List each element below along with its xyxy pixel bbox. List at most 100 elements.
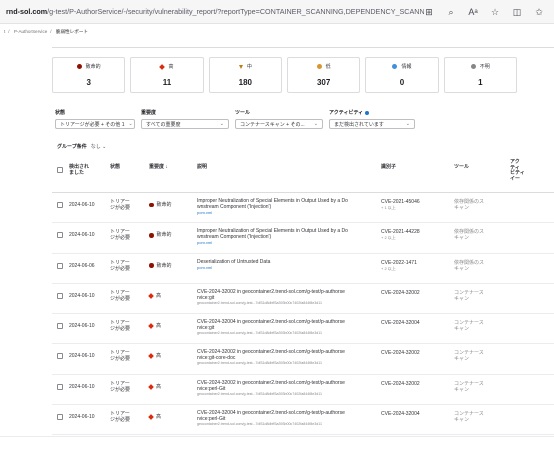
severity-dot-icon xyxy=(76,64,82,69)
vulnerability-title-link[interactable]: Improper Neutralization of Special Eleme… xyxy=(197,228,375,240)
browser-toolbar: rnd-sol.com/g-test/P-AuthorService/-/sec… xyxy=(0,0,554,24)
table-row[interactable]: 2024-06-10 トリアー ジが必要 致命的 Improper Neutra… xyxy=(52,223,554,254)
group-by-dropdown[interactable]: なし ⌄ xyxy=(91,143,107,150)
extensions-icon[interactable]: ⚙ xyxy=(550,5,554,19)
severity-card-name: 致命的 xyxy=(85,64,101,70)
filter-severity: 重要度 すべての重要度 ⌄ xyxy=(141,109,229,129)
url-path: /g-test/P-AuthorService/-/security/vulne… xyxy=(47,7,424,16)
breadcrumb-item-group[interactable]: t xyxy=(4,29,5,34)
status-text: トリアー ジが必要 xyxy=(110,199,131,211)
tool-text: コンテナース キャン xyxy=(454,320,484,333)
table-row[interactable]: 2024-06-10 トリアー ジが必要 高 CVE-2024-32002 in… xyxy=(52,284,554,315)
file-link[interactable]: pom.xml xyxy=(197,265,375,270)
status-select[interactable]: トリアージが必要 + その他 1 ⌄ xyxy=(55,119,135,129)
severity-card: 情報 0 xyxy=(365,57,439,93)
table-body: 2024-06-10 トリアー ジが必要 致命的 Improper Neutra… xyxy=(52,193,554,436)
row-checkbox[interactable] xyxy=(57,202,63,208)
vulnerability-title-link[interactable]: CVE-2024-32002 in geocontainer2.trend-so… xyxy=(197,289,375,301)
select-all-checkbox[interactable] xyxy=(57,167,63,173)
table-row[interactable]: 2024-06-06 トリアー ジが必要 致命的 Deserialization… xyxy=(52,254,554,284)
image-location: geocontainer2.trend-sol.com/g-test...7df… xyxy=(197,361,322,366)
severity-card: 中 180 xyxy=(208,57,282,93)
file-link[interactable]: pom.xml xyxy=(197,210,375,215)
activity-select-value: まだ検出されています xyxy=(334,121,384,128)
identifier-text: CVE-2024-32002 xyxy=(381,289,420,296)
identifier-cell: CVE-2024-32004 xyxy=(381,411,420,417)
file-link[interactable]: pom.xml xyxy=(197,240,375,245)
identifier-text: CVE-2024-32004 xyxy=(381,320,420,327)
header-tool: ツール xyxy=(454,164,470,170)
severity-critical-icon xyxy=(149,233,154,238)
row-checkbox[interactable] xyxy=(57,353,63,360)
image-location: geocontainer2.trend-sol.com/g-test...7df… xyxy=(197,300,322,305)
image-location: geocontainer2.trend-sol.com/g-test...7df… xyxy=(197,422,322,427)
row-checkbox[interactable] xyxy=(57,323,63,330)
row-checkbox[interactable] xyxy=(57,292,63,299)
vulnerability-title-link[interactable]: CVE-2024-32002 in geocontainer2.trend-so… xyxy=(197,349,375,361)
status-text: トリアー ジが必要 xyxy=(110,289,131,302)
vulnerability-title-link[interactable]: CVE-2024-32004 in geocontainer2.trend-so… xyxy=(197,410,375,422)
header-detected[interactable]: 検出され ました xyxy=(69,164,89,176)
identifier-cell: CVE-2024-32004 xyxy=(381,320,420,326)
table-row[interactable]: 2024-06-10 トリアー ジが必要 高 CVE-2024-32002 in… xyxy=(52,375,554,406)
table-row[interactable]: 2024-06-10 トリアー ジが必要 高 CVE-2024-32004 in… xyxy=(52,405,554,436)
detected-date: 2024-06-10 xyxy=(69,414,95,421)
breadcrumb-item-project[interactable]: P-AuthorService xyxy=(14,29,47,34)
severity-card: 不明 1 xyxy=(443,57,517,93)
table-row[interactable]: 2024-06-10 トリアー ジが必要 高 CVE-2024-32004 in… xyxy=(52,314,554,345)
severity-cell: 致命的 xyxy=(149,202,172,208)
table-row[interactable]: 2024-06-10 トリアー ジが必要 致命的 Improper Neutra… xyxy=(52,193,554,224)
group-by-value: なし xyxy=(90,144,101,150)
severity-dot-icon xyxy=(470,64,476,69)
info-icon[interactable] xyxy=(365,110,370,115)
severity-select[interactable]: すべての重要度 ⌄ xyxy=(141,119,229,129)
address-bar[interactable]: rnd-sol.com/g-test/P-AuthorService/-/sec… xyxy=(6,7,424,16)
filter-bar: 状態 トリアージが必要 + その他 1 ⌄ 重要度 すべての重要度 ⌄ ツール コン… xyxy=(55,109,415,129)
identifier-cell: CVE-2022-1471 + 2 以上 xyxy=(381,260,417,272)
vulnerability-title-link[interactable]: CVE-2024-32004 in geocontainer2.trend-so… xyxy=(197,319,375,331)
image-location: geocontainer2.trend-sol.com/g-test...7df… xyxy=(197,391,322,396)
severity-critical-icon xyxy=(149,202,154,208)
row-checkbox[interactable] xyxy=(57,383,63,390)
favorites-icon[interactable]: ✩ xyxy=(528,5,550,19)
tool-select-value: コンテナースキャン + その... xyxy=(240,121,305,128)
severity-dot-icon xyxy=(316,64,322,69)
severity-cell: 致命的 xyxy=(149,232,172,238)
detected-date: 2024-06-10 xyxy=(69,292,95,299)
detected-date: 2024-06-10 xyxy=(69,383,95,390)
vulnerability-title-link[interactable]: Improper Neutralization of Special Eleme… xyxy=(197,198,375,210)
breadcrumb-item-current[interactable]: 脆弱性レポート xyxy=(56,29,88,34)
severity-card-count: 11 xyxy=(162,78,172,87)
favorite-star-icon[interactable]: ☆ xyxy=(484,5,506,19)
description-cell: Improper Neutralization of Special Eleme… xyxy=(197,228,375,245)
tool-select[interactable]: コンテナースキャン + その... ⌄ xyxy=(235,119,323,129)
header-description: 説明 xyxy=(197,164,208,170)
activity-select[interactable]: まだ検出されています ⌄ xyxy=(329,119,415,129)
header-activity: アク ティ ビティ イー xyxy=(510,159,525,182)
grid-icon[interactable]: ⊞ xyxy=(418,5,440,19)
vulnerability-title-link[interactable]: CVE-2024-32002 in geocontainer2.trend-so… xyxy=(197,380,375,392)
severity-cell: 致命的 xyxy=(149,263,172,269)
header-severity[interactable]: 重要度 ↓ xyxy=(149,164,168,170)
severity-cell: 高 xyxy=(148,353,161,360)
identifier-text: CVE-2022-1471 xyxy=(381,259,417,266)
severity-card-label: 高 xyxy=(159,63,174,70)
severity-text: 高 xyxy=(156,414,162,421)
zoom-icon[interactable]: ⌕ xyxy=(440,5,462,19)
row-checkbox[interactable] xyxy=(57,262,63,269)
severity-card-count: 0 xyxy=(399,78,405,87)
table-row[interactable]: 2024-06-10 トリアー ジが必要 高 CVE-2024-32002 in… xyxy=(52,344,554,375)
read-aloud-icon[interactable]: Aᵃ xyxy=(462,5,484,19)
severity-card-label: 情報 xyxy=(392,63,411,70)
chevron-down-icon: ⌄ xyxy=(405,121,410,127)
severity-card-label: 低 xyxy=(316,63,331,70)
status-text: トリアー ジが必要 xyxy=(110,350,131,363)
row-checkbox[interactable] xyxy=(57,414,63,421)
status-text: トリアー ジが必要 xyxy=(110,259,131,272)
severity-high-icon xyxy=(148,353,154,360)
filter-tool-label: ツール xyxy=(235,110,251,116)
identifier-cell: CVE-2024-32002 xyxy=(381,290,420,296)
row-checkbox[interactable] xyxy=(57,232,63,239)
severity-text: 高 xyxy=(156,292,162,299)
split-screen-icon[interactable]: ◫ xyxy=(506,5,528,19)
